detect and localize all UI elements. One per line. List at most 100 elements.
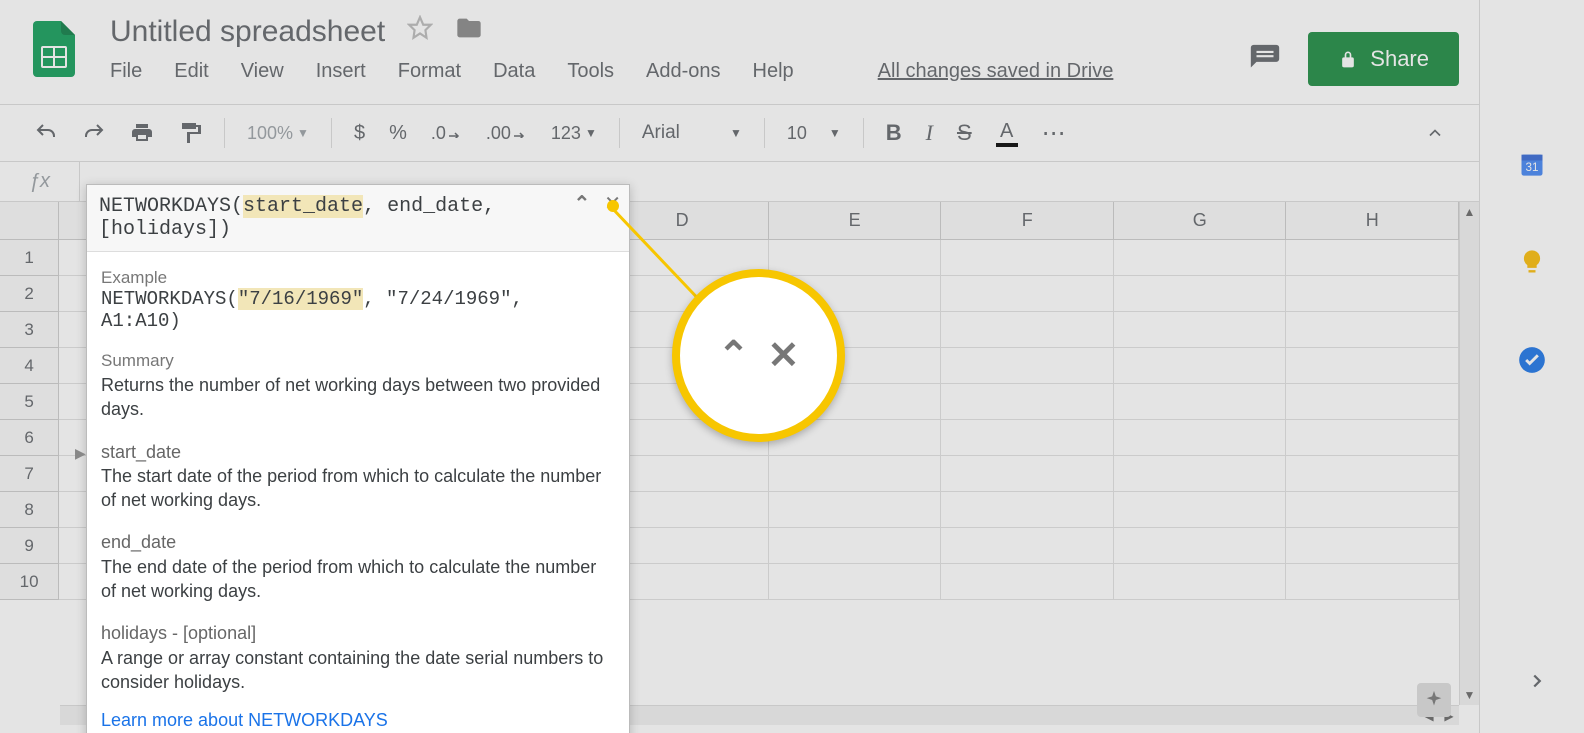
cell[interactable]: [1114, 276, 1287, 312]
learn-more-link[interactable]: Learn more about NETWORKDAYS: [101, 710, 388, 731]
lock-icon: [1338, 48, 1358, 70]
cell[interactable]: [769, 492, 942, 528]
text-color-button[interactable]: A: [986, 114, 1028, 153]
formula-help-popup: NETWORKDAYS(start_date, end_date, [holid…: [86, 184, 630, 733]
sheets-logo-icon[interactable]: [28, 14, 80, 84]
scroll-up-icon[interactable]: ▲: [1460, 202, 1479, 222]
row-header[interactable]: 1: [0, 240, 59, 276]
keep-icon[interactable]: [1518, 248, 1546, 276]
cell[interactable]: [769, 240, 942, 276]
cell[interactable]: [1114, 384, 1287, 420]
row-header[interactable]: 4: [0, 348, 59, 384]
calendar-icon[interactable]: 31: [1518, 150, 1546, 178]
increase-decimals[interactable]: .00: [476, 117, 537, 150]
cell[interactable]: [1114, 564, 1287, 600]
cell[interactable]: [1286, 420, 1459, 456]
format-percent[interactable]: %: [379, 116, 417, 151]
menu-format[interactable]: Format: [398, 60, 461, 83]
hide-side-panel-icon[interactable]: [1526, 670, 1548, 697]
menu-file[interactable]: File: [110, 60, 142, 83]
font-size-dropdown[interactable]: 10 ▼: [777, 117, 851, 150]
cell[interactable]: [941, 564, 1114, 600]
cell[interactable]: [941, 492, 1114, 528]
row-header[interactable]: 9: [0, 528, 59, 564]
toolbar-more[interactable]: ⋯: [1032, 113, 1078, 154]
cell[interactable]: [941, 384, 1114, 420]
cell[interactable]: [941, 276, 1114, 312]
zoom-dropdown[interactable]: 100% ▼: [237, 117, 319, 150]
cell[interactable]: [1114, 528, 1287, 564]
tasks-icon[interactable]: [1518, 346, 1546, 374]
format-currency[interactable]: $: [344, 116, 375, 151]
share-label: Share: [1370, 46, 1429, 72]
cell[interactable]: [1114, 456, 1287, 492]
cell[interactable]: [1286, 564, 1459, 600]
cell[interactable]: [1286, 492, 1459, 528]
more-formats-dropdown[interactable]: 123 ▼: [541, 117, 607, 150]
vertical-scrollbar[interactable]: ▲ ▼: [1459, 202, 1479, 705]
help-collapse-icon[interactable]: ⌃: [573, 191, 590, 217]
cell[interactable]: [769, 528, 942, 564]
scroll-down-icon[interactable]: ▼: [1460, 685, 1479, 705]
param-holidays-head: holidays - [optional]: [101, 621, 615, 645]
menu-insert[interactable]: Insert: [316, 60, 366, 83]
cell[interactable]: [1286, 276, 1459, 312]
cell[interactable]: [1114, 420, 1287, 456]
cell[interactable]: [769, 456, 942, 492]
paint-format-icon[interactable]: [168, 115, 212, 151]
cell[interactable]: [941, 420, 1114, 456]
cell[interactable]: [1114, 312, 1287, 348]
share-button[interactable]: Share: [1308, 32, 1459, 86]
star-icon[interactable]: [407, 15, 433, 49]
menu-help[interactable]: Help: [753, 60, 794, 83]
decrease-decimals[interactable]: .0: [421, 117, 472, 150]
column-header[interactable]: F: [941, 202, 1114, 240]
print-icon[interactable]: [120, 115, 164, 151]
font-dropdown[interactable]: Arial▼: [632, 116, 752, 150]
save-status[interactable]: All changes saved in Drive: [878, 60, 1114, 83]
cell[interactable]: [941, 528, 1114, 564]
column-header[interactable]: H: [1286, 202, 1459, 240]
italic-button[interactable]: I: [916, 114, 943, 152]
cell[interactable]: [941, 240, 1114, 276]
menu-view[interactable]: View: [241, 60, 284, 83]
cell[interactable]: [1114, 348, 1287, 384]
cell[interactable]: [1286, 348, 1459, 384]
strike-button[interactable]: S: [947, 114, 982, 152]
cell[interactable]: [941, 348, 1114, 384]
move-folder-icon[interactable]: [455, 14, 483, 50]
redo-icon[interactable]: [72, 115, 116, 151]
collapse-toolbar-icon[interactable]: [1415, 117, 1455, 149]
undo-icon[interactable]: [24, 115, 68, 151]
cell[interactable]: [1286, 312, 1459, 348]
param-end-date-text: The end date of the period from which to…: [101, 555, 615, 604]
row-header[interactable]: 10: [0, 564, 59, 600]
cell[interactable]: [1114, 240, 1287, 276]
comments-icon[interactable]: [1248, 42, 1282, 76]
row-header[interactable]: 8: [0, 492, 59, 528]
menu-data[interactable]: Data: [493, 60, 535, 83]
bold-button[interactable]: B: [876, 114, 912, 152]
explore-button[interactable]: [1417, 683, 1451, 717]
cell[interactable]: [941, 456, 1114, 492]
cell[interactable]: [769, 564, 942, 600]
cell[interactable]: [1114, 492, 1287, 528]
column-header[interactable]: G: [1114, 202, 1287, 240]
help-signature: NETWORKDAYS(start_date, end_date, [holid…: [87, 185, 629, 252]
menu-edit[interactable]: Edit: [174, 60, 208, 83]
column-header[interactable]: E: [769, 202, 942, 240]
cell[interactable]: [1286, 528, 1459, 564]
row-header[interactable]: 3: [0, 312, 59, 348]
menu-addons[interactable]: Add-ons: [646, 60, 721, 83]
row-header[interactable]: 5: [0, 384, 59, 420]
cell[interactable]: [1286, 240, 1459, 276]
doc-title[interactable]: Untitled spreadsheet: [110, 15, 385, 49]
cell[interactable]: [941, 312, 1114, 348]
row-header[interactable]: 7: [0, 456, 59, 492]
row-header[interactable]: 6: [0, 420, 59, 456]
cell[interactable]: [1286, 456, 1459, 492]
menu-tools[interactable]: Tools: [567, 60, 614, 83]
cell[interactable]: [1286, 384, 1459, 420]
row-header[interactable]: 2: [0, 276, 59, 312]
select-all-corner[interactable]: [0, 202, 59, 240]
